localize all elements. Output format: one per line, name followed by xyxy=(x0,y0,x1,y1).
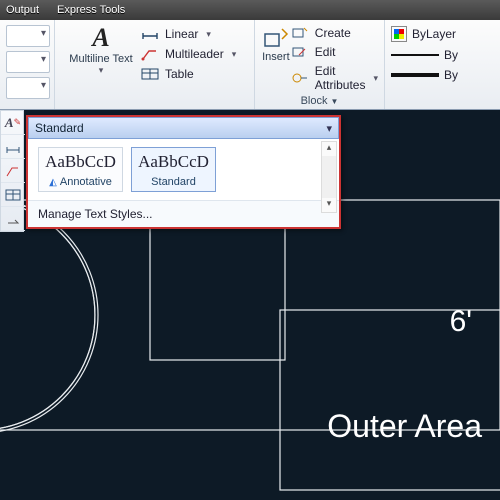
panel-quick xyxy=(0,20,55,109)
chevron-down-icon[interactable]: ▾ xyxy=(232,49,237,60)
edit-icon xyxy=(291,45,309,59)
style-standard-label: Standard xyxy=(151,176,196,188)
annotative-icon: ◭ xyxy=(49,177,57,188)
annotation-panel-label xyxy=(61,94,248,107)
multiline-text-button[interactable]: A Multiline Text ▾ xyxy=(61,23,141,76)
panel-annotation: A Multiline Text ▾ Linear ▾ Multileader xyxy=(55,20,255,109)
edit-label: Edit xyxy=(315,45,336,59)
style-standard[interactable]: AaBbCcD Standard xyxy=(131,147,216,192)
menu-bar: Output Express Tools xyxy=(0,0,500,20)
leader-style-tool[interactable] xyxy=(1,159,25,183)
edit-block-button[interactable]: Edit xyxy=(291,45,378,59)
block-panel-label[interactable]: Block▼ xyxy=(261,94,378,107)
side-toolbar: A✎ xyxy=(0,110,24,232)
table-label: Table xyxy=(165,67,194,81)
quick-slot-3[interactable] xyxy=(6,77,50,99)
quick-slot-1[interactable] xyxy=(6,25,50,47)
bylayer-label: ByLayer xyxy=(412,27,456,41)
menu-output[interactable]: Output xyxy=(6,4,39,16)
line-thick-icon xyxy=(391,73,439,77)
text-style-dropdown: Standard AaBbCcD ◭Annotative AaBbCcD Sta… xyxy=(26,115,341,229)
insert-icon xyxy=(262,25,290,51)
quick-slot-2[interactable] xyxy=(6,51,50,73)
linear-dim-button[interactable]: Linear ▾ xyxy=(141,27,236,41)
create-block-button[interactable]: Create xyxy=(291,26,378,40)
scale-tool[interactable] xyxy=(1,207,25,231)
multileader-label: Multileader xyxy=(165,47,224,61)
multiline-text-label: Multiline Text xyxy=(69,53,132,65)
menu-express-tools[interactable]: Express Tools xyxy=(57,4,125,16)
style-annotative[interactable]: AaBbCcD ◭Annotative xyxy=(38,147,123,192)
ribbon: A Multiline Text ▾ Linear ▾ Multileader xyxy=(0,20,500,110)
table-button[interactable]: Table xyxy=(141,67,236,81)
panel-block: Insert Create Edit xyxy=(255,20,385,109)
table-icon xyxy=(141,67,159,81)
linetype-selector[interactable]: By xyxy=(391,68,494,82)
table-style-tool[interactable] xyxy=(1,183,25,207)
current-style-label: Standard xyxy=(35,121,84,135)
manage-text-styles[interactable]: Manage Text Styles... xyxy=(28,200,339,227)
lineweight-selector[interactable]: By xyxy=(391,48,494,62)
dimension-text-6ft: 6' xyxy=(450,305,472,339)
linear-label: Linear xyxy=(165,27,198,41)
text-style-combobox[interactable]: Standard xyxy=(28,117,339,139)
line-icon xyxy=(391,54,439,56)
create-label: Create xyxy=(315,26,351,40)
chevron-down-icon[interactable]: ▾ xyxy=(373,73,378,84)
edit-attrs-label: Edit Attributes xyxy=(315,64,366,92)
text-icon: A xyxy=(92,25,109,51)
gallery-scrollbar[interactable]: ▴ ▾ xyxy=(321,141,337,213)
color-swatch-icon xyxy=(391,26,407,42)
edit-attrs-button[interactable]: Edit Attributes ▾ xyxy=(291,64,378,92)
style-sample: AaBbCcD xyxy=(134,152,213,172)
multileader-icon xyxy=(141,47,159,61)
create-icon xyxy=(291,26,309,40)
panel-properties: ByLayer By By xyxy=(385,20,500,109)
chevron-down-icon[interactable]: ▾ xyxy=(206,29,211,40)
label-outer-area: Outer Area xyxy=(327,408,482,445)
color-selector[interactable]: ByLayer xyxy=(391,26,494,42)
style-sample: AaBbCcD xyxy=(41,152,120,172)
line2-label: By xyxy=(444,68,458,82)
scroll-down-icon[interactable]: ▾ xyxy=(322,198,336,212)
scroll-up-icon[interactable]: ▴ xyxy=(322,142,336,156)
insert-button[interactable]: Insert xyxy=(261,23,291,63)
text-style-tool[interactable]: A✎ xyxy=(1,111,25,135)
edit-attrs-icon xyxy=(291,71,309,85)
linear-icon xyxy=(141,27,159,41)
style-annotative-label: Annotative xyxy=(60,176,112,188)
multileader-button[interactable]: Multileader ▾ xyxy=(141,47,236,61)
insert-label: Insert xyxy=(262,51,290,63)
style-gallery: AaBbCcD ◭Annotative AaBbCcD Standard xyxy=(28,139,339,200)
line1-label: By xyxy=(444,48,458,62)
dim-style-tool[interactable] xyxy=(1,135,25,159)
chevron-down-icon[interactable]: ▾ xyxy=(99,65,104,76)
